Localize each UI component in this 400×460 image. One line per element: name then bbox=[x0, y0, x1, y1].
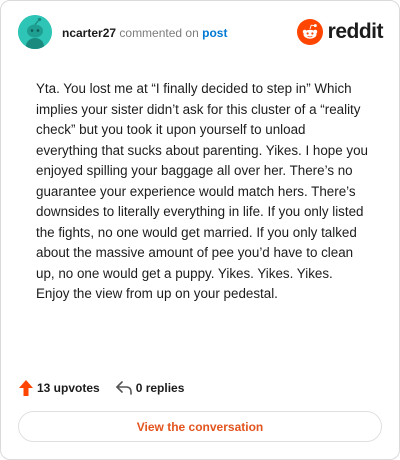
reddit-wordmark: reddit bbox=[327, 20, 384, 43]
comment-header: ncarter27 commented on post reddit bbox=[18, 15, 384, 51]
reply-arrow-icon bbox=[115, 381, 132, 395]
comment-card: ncarter27 commented on post reddit Yta. … bbox=[0, 0, 400, 460]
reply-stat[interactable]: 0 replies bbox=[115, 381, 185, 395]
snoo-avatar-icon[interactable] bbox=[18, 15, 52, 49]
reddit-logo-icon bbox=[296, 19, 323, 45]
post-link[interactable]: post bbox=[202, 26, 227, 40]
upvote-count: 13 upvotes bbox=[37, 381, 100, 395]
upvote-arrow-icon bbox=[19, 380, 33, 396]
commented-on-label: commented on bbox=[119, 26, 199, 40]
reddit-brand[interactable]: reddit bbox=[296, 18, 384, 46]
comment-footer: 13 upvotes 0 replies bbox=[19, 379, 184, 397]
upvote-stat[interactable]: 13 upvotes bbox=[19, 380, 100, 396]
reply-count: 0 replies bbox=[135, 381, 185, 395]
username-link[interactable]: ncarter27 bbox=[62, 26, 116, 40]
view-conversation-button[interactable]: View the conversation bbox=[18, 411, 382, 442]
comment-meta: ncarter27 commented on post bbox=[62, 26, 227, 40]
comment-body: Yta. You lost me at “I finally decided t… bbox=[36, 81, 368, 301]
